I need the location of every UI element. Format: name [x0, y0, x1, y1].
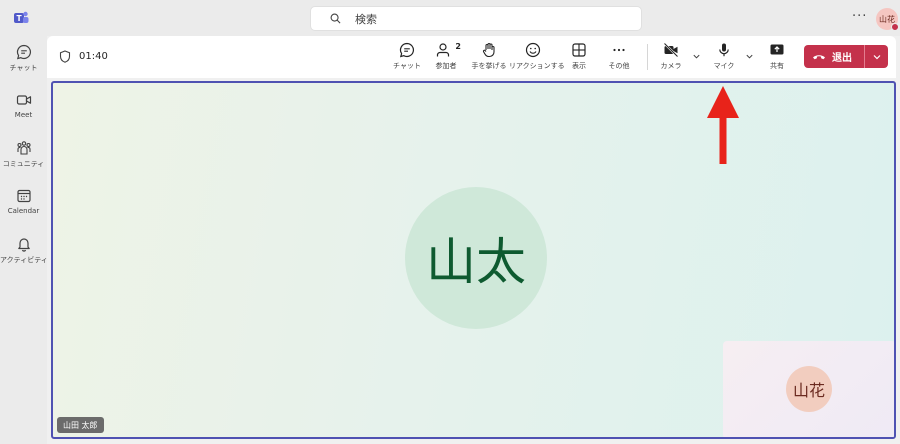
person-icon	[436, 43, 449, 57]
leave-button[interactable]: 退出	[804, 45, 864, 68]
rail-item-activity[interactable]: アクティビティ	[0, 236, 48, 265]
mic-options-chevron-icon[interactable]	[745, 52, 754, 61]
community-icon	[16, 141, 31, 155]
self-view-tile[interactable]: 山花	[723, 341, 894, 437]
presence-status-icon	[891, 23, 899, 31]
share-screen-icon	[770, 44, 784, 55]
hang-up-icon	[813, 54, 825, 59]
more-button[interactable]: その他	[607, 42, 631, 71]
camera-options-chevron-icon[interactable]	[692, 52, 701, 61]
view-button[interactable]: 表示	[567, 42, 591, 71]
rail-item-label: コミュニティ	[2, 160, 45, 168]
camera-button[interactable]: カメラ	[659, 42, 683, 71]
share-button-label: 共有	[770, 62, 784, 70]
react-button[interactable]: リアクションする	[509, 42, 565, 71]
chat-icon	[399, 42, 415, 58]
participant-initials: 山太	[426, 233, 526, 291]
leave-button-label: 退出	[832, 53, 852, 64]
more-options-button[interactable]: ···	[852, 9, 867, 24]
chat-button[interactable]: チャット	[393, 42, 421, 71]
grid-view-icon	[572, 43, 586, 57]
self-avatar: 山花	[786, 366, 832, 412]
app-rail: チャット Meet コミュニティ Calendar アクティビティ	[0, 36, 48, 444]
participant-name: 山田 太郎	[63, 420, 98, 430]
search-icon	[330, 13, 341, 24]
rail-item-chat[interactable]: チャット	[0, 44, 47, 73]
rail-item-label: チャット	[9, 64, 38, 72]
leave-options-button[interactable]	[865, 52, 888, 62]
video-icon	[16, 95, 31, 105]
raise-hand-button[interactable]: 手を挙げる	[471, 42, 507, 71]
search-bar[interactable]: 検索	[310, 6, 642, 31]
toolbar-divider	[647, 44, 648, 70]
share-button[interactable]: 共有	[765, 42, 789, 71]
bell-icon	[17, 238, 30, 252]
teams-logo-icon[interactable]: T	[13, 10, 29, 26]
react-button-label: リアクションする	[509, 62, 565, 70]
camera-button-label: カメラ	[660, 62, 682, 70]
chat-icon	[16, 44, 31, 60]
annotation-arrow-icon	[707, 86, 739, 164]
meeting-toolbar: 01:40 チャット 2 参加者 手を挙げる リアクションする 表示 その他 カ…	[47, 36, 896, 78]
mic-button[interactable]: マイク	[712, 42, 736, 71]
participants-button-label: 参加者	[435, 62, 457, 70]
user-avatar[interactable]: 山花	[876, 8, 899, 31]
more-icon	[613, 48, 625, 52]
self-initials: 山花	[792, 381, 825, 400]
video-stage[interactable]: 山太 山田 太郎 山花	[51, 81, 896, 439]
rail-item-label: アクティビティ	[0, 256, 48, 264]
shield-icon[interactable]	[59, 50, 71, 63]
participant-name-tag: 山田 太郎	[57, 417, 104, 433]
participant-avatar: 山太	[405, 187, 547, 329]
more-button-label: その他	[608, 62, 630, 70]
rail-item-label: Calendar	[7, 207, 40, 215]
participant-count: 2	[455, 42, 461, 51]
rail-item-meet[interactable]: Meet	[0, 92, 47, 119]
rail-item-label: Meet	[14, 111, 33, 119]
title-bar: T 検索 ··· 山花	[0, 0, 900, 36]
hand-icon	[482, 42, 495, 58]
camera-off-icon	[663, 42, 679, 58]
chat-button-label: チャット	[393, 62, 421, 70]
leave-button-group: 退出	[804, 45, 888, 68]
rail-item-calendar[interactable]: Calendar	[0, 188, 47, 215]
chevron-down-icon	[873, 54, 880, 59]
search-placeholder: 検索	[355, 12, 377, 26]
microphone-icon	[719, 43, 729, 57]
participants-button[interactable]: 2 参加者	[431, 42, 461, 71]
calendar-icon	[16, 189, 31, 203]
view-button-label: 表示	[572, 62, 586, 70]
rail-item-community[interactable]: コミュニティ	[0, 140, 47, 169]
raise-hand-button-label: 手を挙げる	[471, 62, 507, 70]
svg-text:T: T	[16, 14, 22, 23]
mic-button-label: マイク	[713, 62, 735, 70]
meeting-timer: 01:40	[79, 51, 108, 62]
smiley-icon	[525, 42, 541, 58]
